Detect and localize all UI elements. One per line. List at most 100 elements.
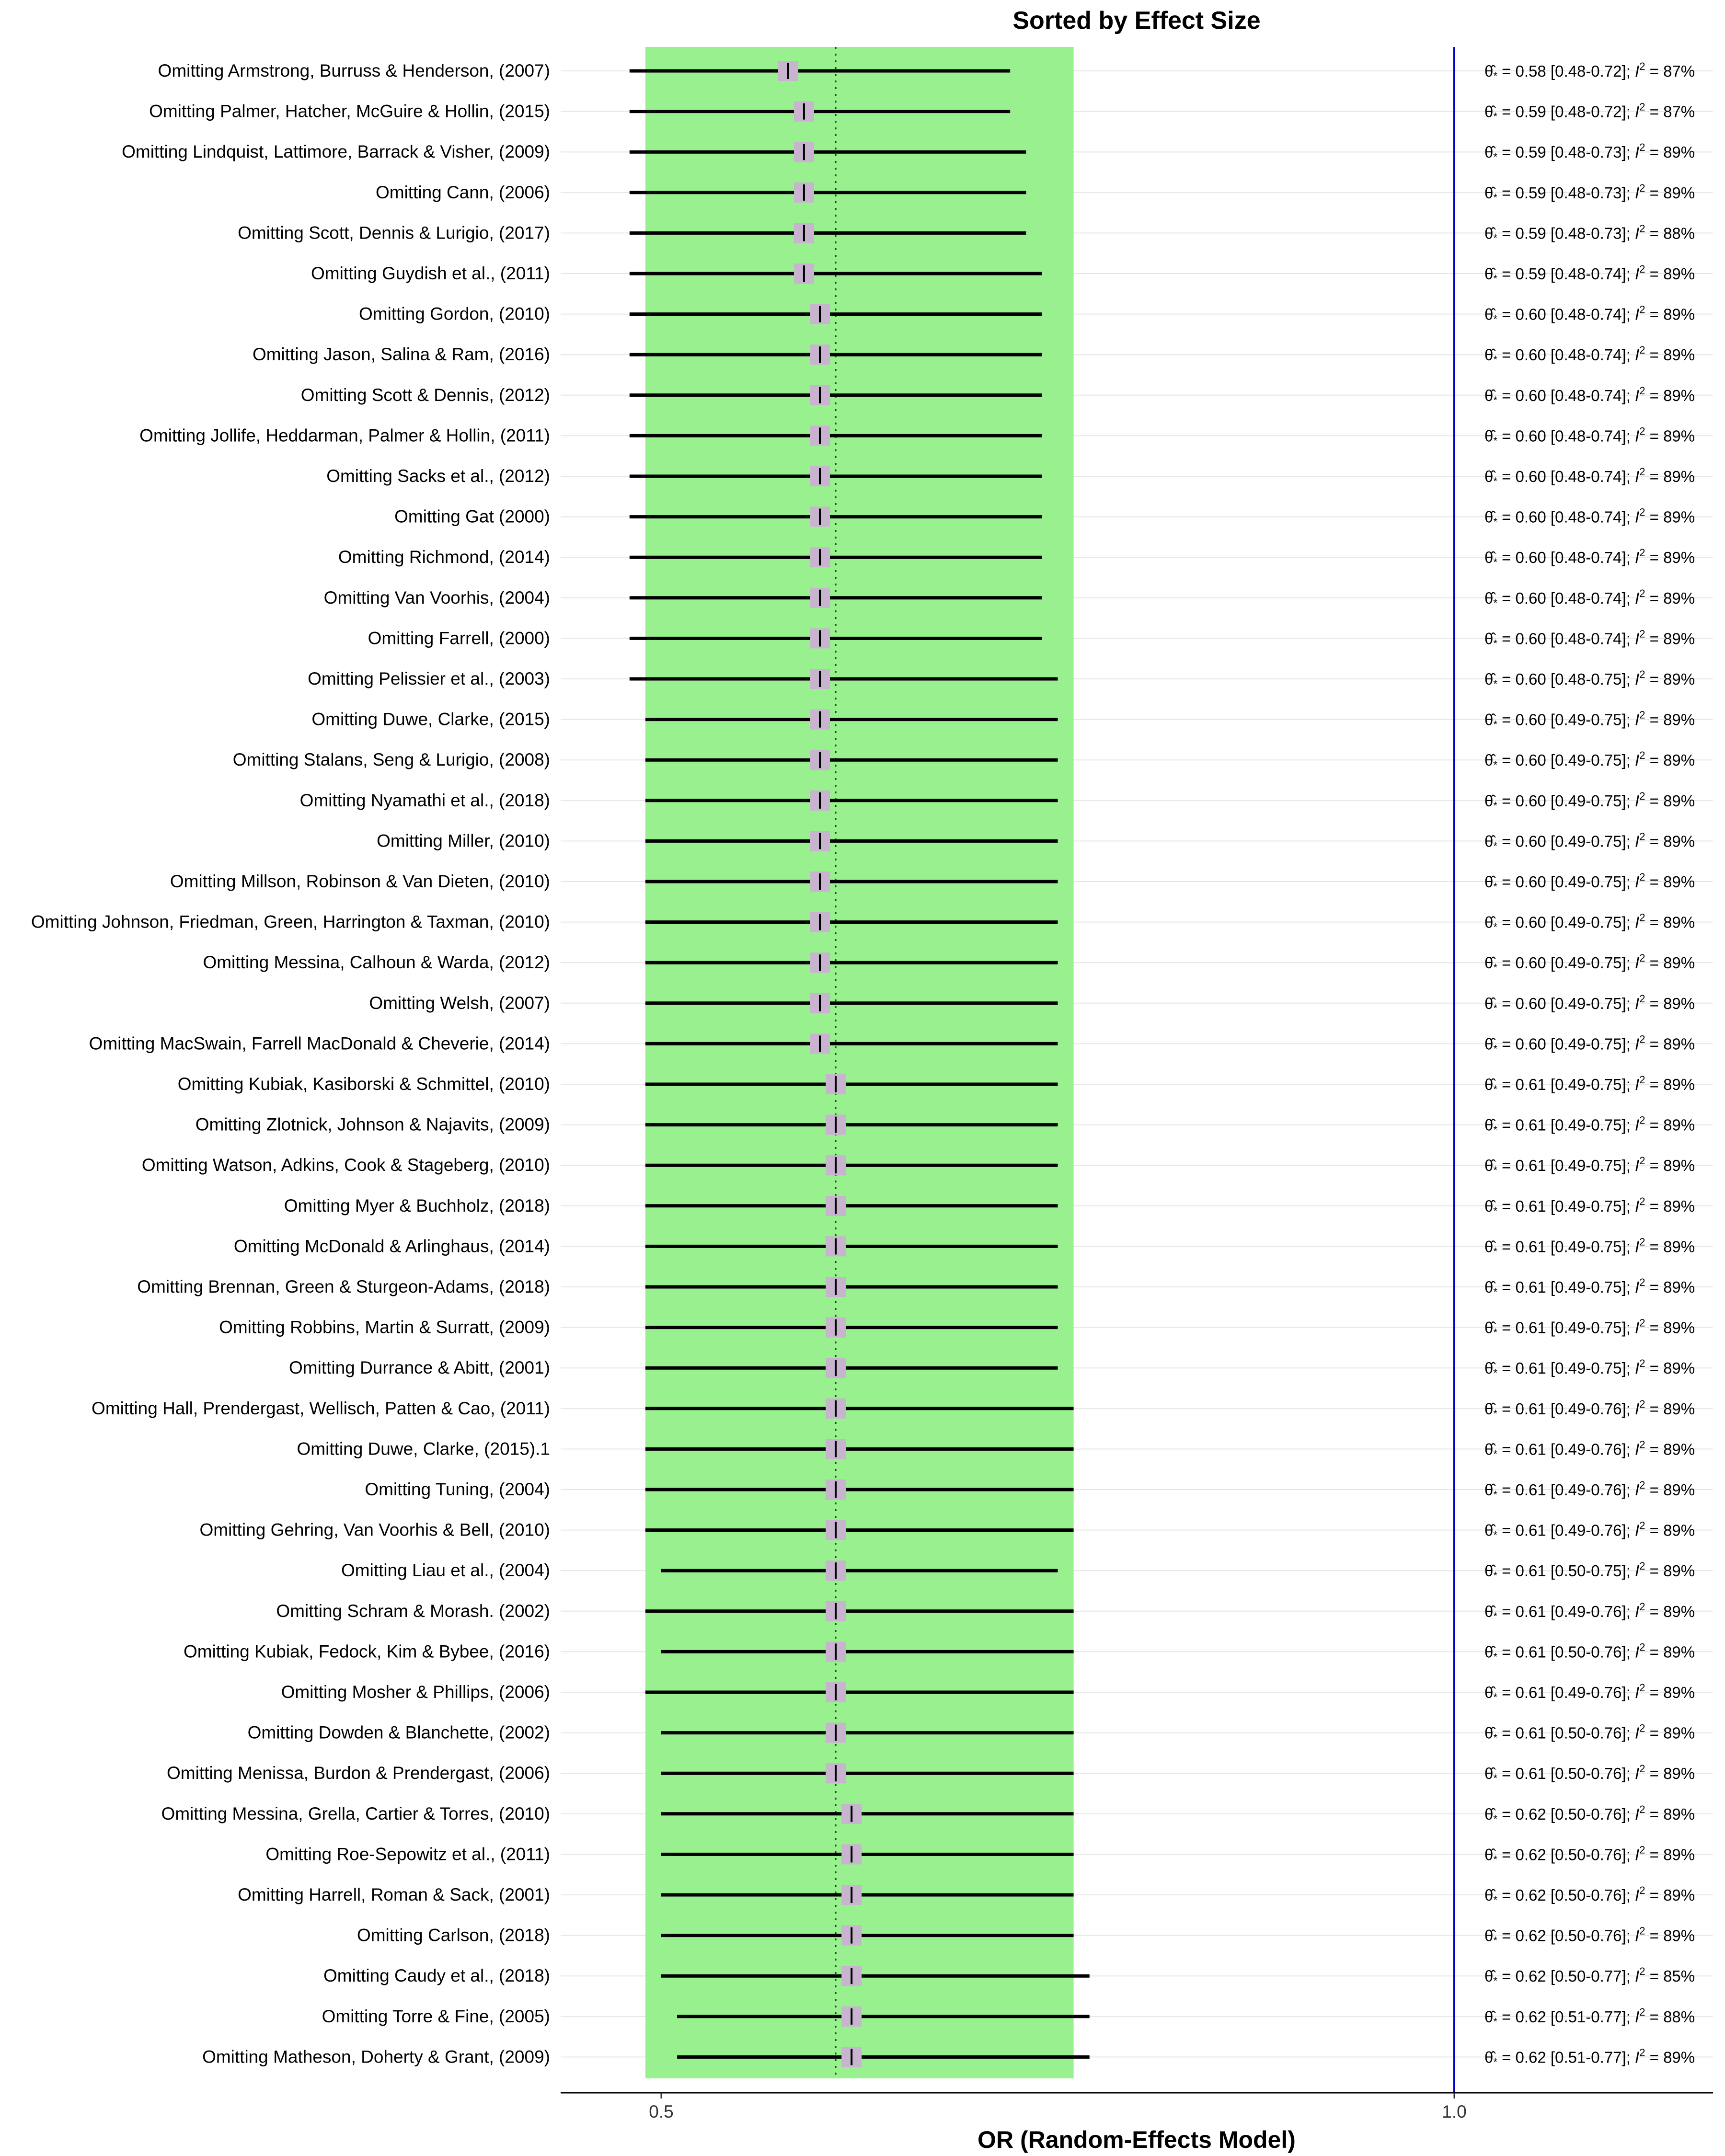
stat-annotation: θ̂* = 0.62 [0.51-0.77]; I2 = 89% xyxy=(1484,2046,1695,2068)
stat-annotation: θ̂* = 0.62 [0.50-0.76]; I2 = 89% xyxy=(1484,1925,1695,1947)
study-label: Omitting Kubiak, Kasiborski & Schmittel,… xyxy=(178,1074,550,1094)
stat-annotation: θ̂* = 0.60 [0.48-0.74]; I2 = 89% xyxy=(1484,547,1695,568)
stat-annotation: θ̂* = 0.59 [0.48-0.73]; I2 = 89% xyxy=(1484,141,1695,163)
stat-annotation: θ̂* = 0.60 [0.48-0.74]; I2 = 89% xyxy=(1484,385,1695,406)
forest-plot: Omitting Armstrong, Burruss & Henderson,… xyxy=(0,0,1725,2156)
study-label: Omitting Mosher & Phillips, (2006) xyxy=(281,1682,550,1702)
stat-annotation: θ̂* = 0.59 [0.48-0.73]; I2 = 88% xyxy=(1484,222,1695,244)
stat-annotation: θ̂* = 0.61 [0.49-0.76]; I2 = 89% xyxy=(1484,1398,1695,1420)
stat-annotation: θ̂* = 0.60 [0.49-0.75]; I2 = 89% xyxy=(1484,830,1695,852)
stat-annotation: θ̂* = 0.60 [0.49-0.75]; I2 = 89% xyxy=(1484,709,1695,731)
study-label: Omitting Jollife, Heddarman, Palmer & Ho… xyxy=(139,425,550,445)
stat-annotation: θ̂* = 0.59 [0.48-0.74]; I2 = 89% xyxy=(1484,263,1695,285)
study-label: Omitting Millson, Robinson & Van Dieten,… xyxy=(170,872,550,891)
study-label: Omitting MacSwain, Farrell MacDonald & C… xyxy=(89,1033,550,1053)
x-axis-title: OR (Random-Effects Model) xyxy=(978,2126,1296,2153)
study-label: Omitting Duwe, Clarke, (2015).1 xyxy=(297,1439,550,1458)
study-label: Omitting Welsh, (2007) xyxy=(369,993,550,1013)
stat-annotation: θ̂* = 0.60 [0.48-0.74]; I2 = 89% xyxy=(1484,506,1695,528)
stat-annotation: θ̂* = 0.60 [0.49-0.75]; I2 = 89% xyxy=(1484,952,1695,974)
study-label: Omitting Brennan, Green & Sturgeon-Adams… xyxy=(137,1277,550,1296)
stat-annotation: θ̂* = 0.61 [0.50-0.75]; I2 = 89% xyxy=(1484,1560,1695,1582)
study-label: Omitting Sacks et al., (2012) xyxy=(326,466,550,486)
study-label: Omitting Myer & Buchholz, (2018) xyxy=(284,1196,550,1216)
study-label: Omitting Harrell, Roman & Sack, (2001) xyxy=(238,1885,550,1904)
stat-annotation: θ̂* = 0.60 [0.49-0.75]; I2 = 89% xyxy=(1484,749,1695,771)
study-label: Omitting Liau et al., (2004) xyxy=(341,1560,550,1580)
stat-annotation: θ̂* = 0.61 [0.49-0.75]; I2 = 89% xyxy=(1484,1357,1695,1379)
study-label: Omitting Kubiak, Fedock, Kim & Bybee, (2… xyxy=(184,1641,550,1661)
stat-annotation: θ̂* = 0.61 [0.49-0.75]; I2 = 89% xyxy=(1484,1317,1695,1339)
study-label: Omitting Schram & Morash. (2002) xyxy=(276,1601,550,1621)
study-label: Omitting Armstrong, Burruss & Henderson,… xyxy=(158,61,550,80)
stat-annotation: θ̂* = 0.60 [0.49-0.75]; I2 = 89% xyxy=(1484,871,1695,893)
study-label: Omitting Messina, Calhoun & Warda, (2012… xyxy=(203,952,550,972)
study-label: Omitting Hall, Prendergast, Wellisch, Pa… xyxy=(92,1399,550,1418)
study-label: Omitting Roe-Sepowitz et al., (2011) xyxy=(265,1844,550,1864)
stat-annotation: θ̂* = 0.60 [0.48-0.74]; I2 = 89% xyxy=(1484,628,1695,649)
study-label: Omitting Carlson, (2018) xyxy=(357,1926,550,1945)
chart-title: Sorted by Effect Size xyxy=(1012,7,1260,34)
stat-annotation: θ̂* = 0.61 [0.49-0.75]; I2 = 89% xyxy=(1484,1236,1695,1257)
stat-annotation: θ̂* = 0.62 [0.50-0.76]; I2 = 89% xyxy=(1484,1884,1695,1906)
stat-annotation: θ̂* = 0.61 [0.49-0.76]; I2 = 89% xyxy=(1484,1520,1695,1541)
study-label: Omitting Jason, Salina & Ram, (2016) xyxy=(253,344,550,364)
stat-annotation: θ̂* = 0.62 [0.50-0.76]; I2 = 89% xyxy=(1484,1803,1695,1825)
stat-annotation: θ̂* = 0.61 [0.49-0.76]; I2 = 89% xyxy=(1484,1682,1695,1703)
study-label: Omitting Gat (2000) xyxy=(394,507,550,527)
study-label: Omitting Stalans, Seng & Lurigio, (2008) xyxy=(233,750,550,769)
study-label: Omitting Gehring, Van Voorhis & Bell, (2… xyxy=(200,1520,550,1540)
stat-annotation: θ̂* = 0.61 [0.49-0.75]; I2 = 89% xyxy=(1484,1276,1695,1298)
stat-annotation: θ̂* = 0.62 [0.50-0.77]; I2 = 85% xyxy=(1484,1965,1695,1987)
stat-annotation: θ̂* = 0.59 [0.48-0.73]; I2 = 89% xyxy=(1484,182,1695,204)
study-label: Omitting Torre & Fine, (2005) xyxy=(322,2007,550,2026)
study-label: Omitting Van Voorhis, (2004) xyxy=(324,588,550,608)
stat-annotation: θ̂* = 0.61 [0.49-0.75]; I2 = 89% xyxy=(1484,1195,1695,1217)
study-label: Omitting Guydish et al., (2011) xyxy=(311,264,550,283)
study-label: Omitting Dowden & Blanchette, (2002) xyxy=(248,1723,550,1743)
stat-annotation: θ̂* = 0.62 [0.51-0.77]; I2 = 88% xyxy=(1484,2006,1695,2028)
study-label: Omitting Matheson, Doherty & Grant, (200… xyxy=(202,2047,550,2066)
stat-annotation: θ̂* = 0.61 [0.49-0.76]; I2 = 89% xyxy=(1484,1438,1695,1460)
stat-annotation: θ̂* = 0.60 [0.49-0.75]; I2 = 89% xyxy=(1484,993,1695,1014)
study-label: Omitting Gordon, (2010) xyxy=(359,304,550,324)
stat-annotation: θ̂* = 0.60 [0.48-0.74]; I2 = 89% xyxy=(1484,304,1695,325)
stat-annotation: θ̂* = 0.60 [0.48-0.74]; I2 = 89% xyxy=(1484,466,1695,487)
stat-annotation: θ̂* = 0.60 [0.48-0.74]; I2 = 89% xyxy=(1484,587,1695,609)
study-label: Omitting Miller, (2010) xyxy=(377,831,550,850)
stat-annotation: θ̂* = 0.61 [0.50-0.76]; I2 = 89% xyxy=(1484,1763,1695,1784)
study-label: Omitting Zlotnick, Johnson & Najavits, (… xyxy=(196,1115,550,1135)
stat-annotation: θ̂* = 0.61 [0.49-0.75]; I2 = 89% xyxy=(1484,1074,1695,1095)
stat-annotation: θ̂* = 0.61 [0.50-0.76]; I2 = 89% xyxy=(1484,1641,1695,1663)
study-label: Omitting Lindquist, Lattimore, Barrack &… xyxy=(122,142,550,161)
study-label: Omitting Menissa, Burdon & Prendergast, … xyxy=(167,1763,550,1783)
study-label: Omitting Richmond, (2014) xyxy=(338,547,550,567)
stat-annotation: θ̂* = 0.59 [0.48-0.72]; I2 = 87% xyxy=(1484,101,1695,123)
stat-annotation: θ̂* = 0.61 [0.49-0.76]; I2 = 89% xyxy=(1484,1601,1695,1622)
stat-annotation: θ̂* = 0.60 [0.48-0.75]; I2 = 89% xyxy=(1484,668,1695,690)
stat-annotation: θ̂* = 0.60 [0.49-0.75]; I2 = 89% xyxy=(1484,912,1695,933)
study-label: Omitting Duwe, Clarke, (2015) xyxy=(311,710,550,729)
study-label: Omitting Palmer, Hatcher, McGuire & Holl… xyxy=(149,102,550,121)
stat-annotation: θ̂* = 0.60 [0.48-0.74]; I2 = 89% xyxy=(1484,425,1695,447)
stat-annotation: θ̂* = 0.60 [0.48-0.74]; I2 = 89% xyxy=(1484,344,1695,366)
study-label: Omitting Caudy et al., (2018) xyxy=(323,1966,550,1985)
study-label: Omitting Pelissier et al., (2003) xyxy=(308,669,550,688)
study-label: Omitting Scott, Dennis & Lurigio, (2017) xyxy=(238,223,550,242)
stat-annotation: θ̂* = 0.61 [0.49-0.75]; I2 = 89% xyxy=(1484,1155,1695,1176)
study-label: Omitting Nyamathi et al., (2018) xyxy=(300,791,550,810)
stat-annotation: θ̂* = 0.60 [0.49-0.75]; I2 = 89% xyxy=(1484,790,1695,812)
study-label: Omitting Robbins, Martin & Surratt, (200… xyxy=(219,1318,550,1337)
x-tick-label: 0.5 xyxy=(649,2102,673,2122)
study-label: Omitting Johnson, Friedman, Green, Harri… xyxy=(31,912,550,932)
stat-annotation: θ̂* = 0.61 [0.49-0.75]; I2 = 89% xyxy=(1484,1114,1695,1136)
stat-annotation: θ̂* = 0.62 [0.50-0.76]; I2 = 89% xyxy=(1484,1844,1695,1865)
stat-annotation: θ̂* = 0.60 [0.49-0.75]; I2 = 89% xyxy=(1484,1033,1695,1055)
study-label: Omitting Watson, Adkins, Cook & Stageber… xyxy=(142,1155,550,1175)
study-label: Omitting Durrance & Abitt, (2001) xyxy=(289,1358,550,1377)
study-label: Omitting Cann, (2006) xyxy=(376,183,550,202)
x-tick-label: 1.0 xyxy=(1442,2102,1466,2122)
study-label: Omitting Messina, Grella, Cartier & Torr… xyxy=(161,1804,550,1823)
study-label: Omitting Farrell, (2000) xyxy=(368,628,550,648)
stat-annotation: θ̂* = 0.61 [0.49-0.76]; I2 = 89% xyxy=(1484,1479,1695,1501)
